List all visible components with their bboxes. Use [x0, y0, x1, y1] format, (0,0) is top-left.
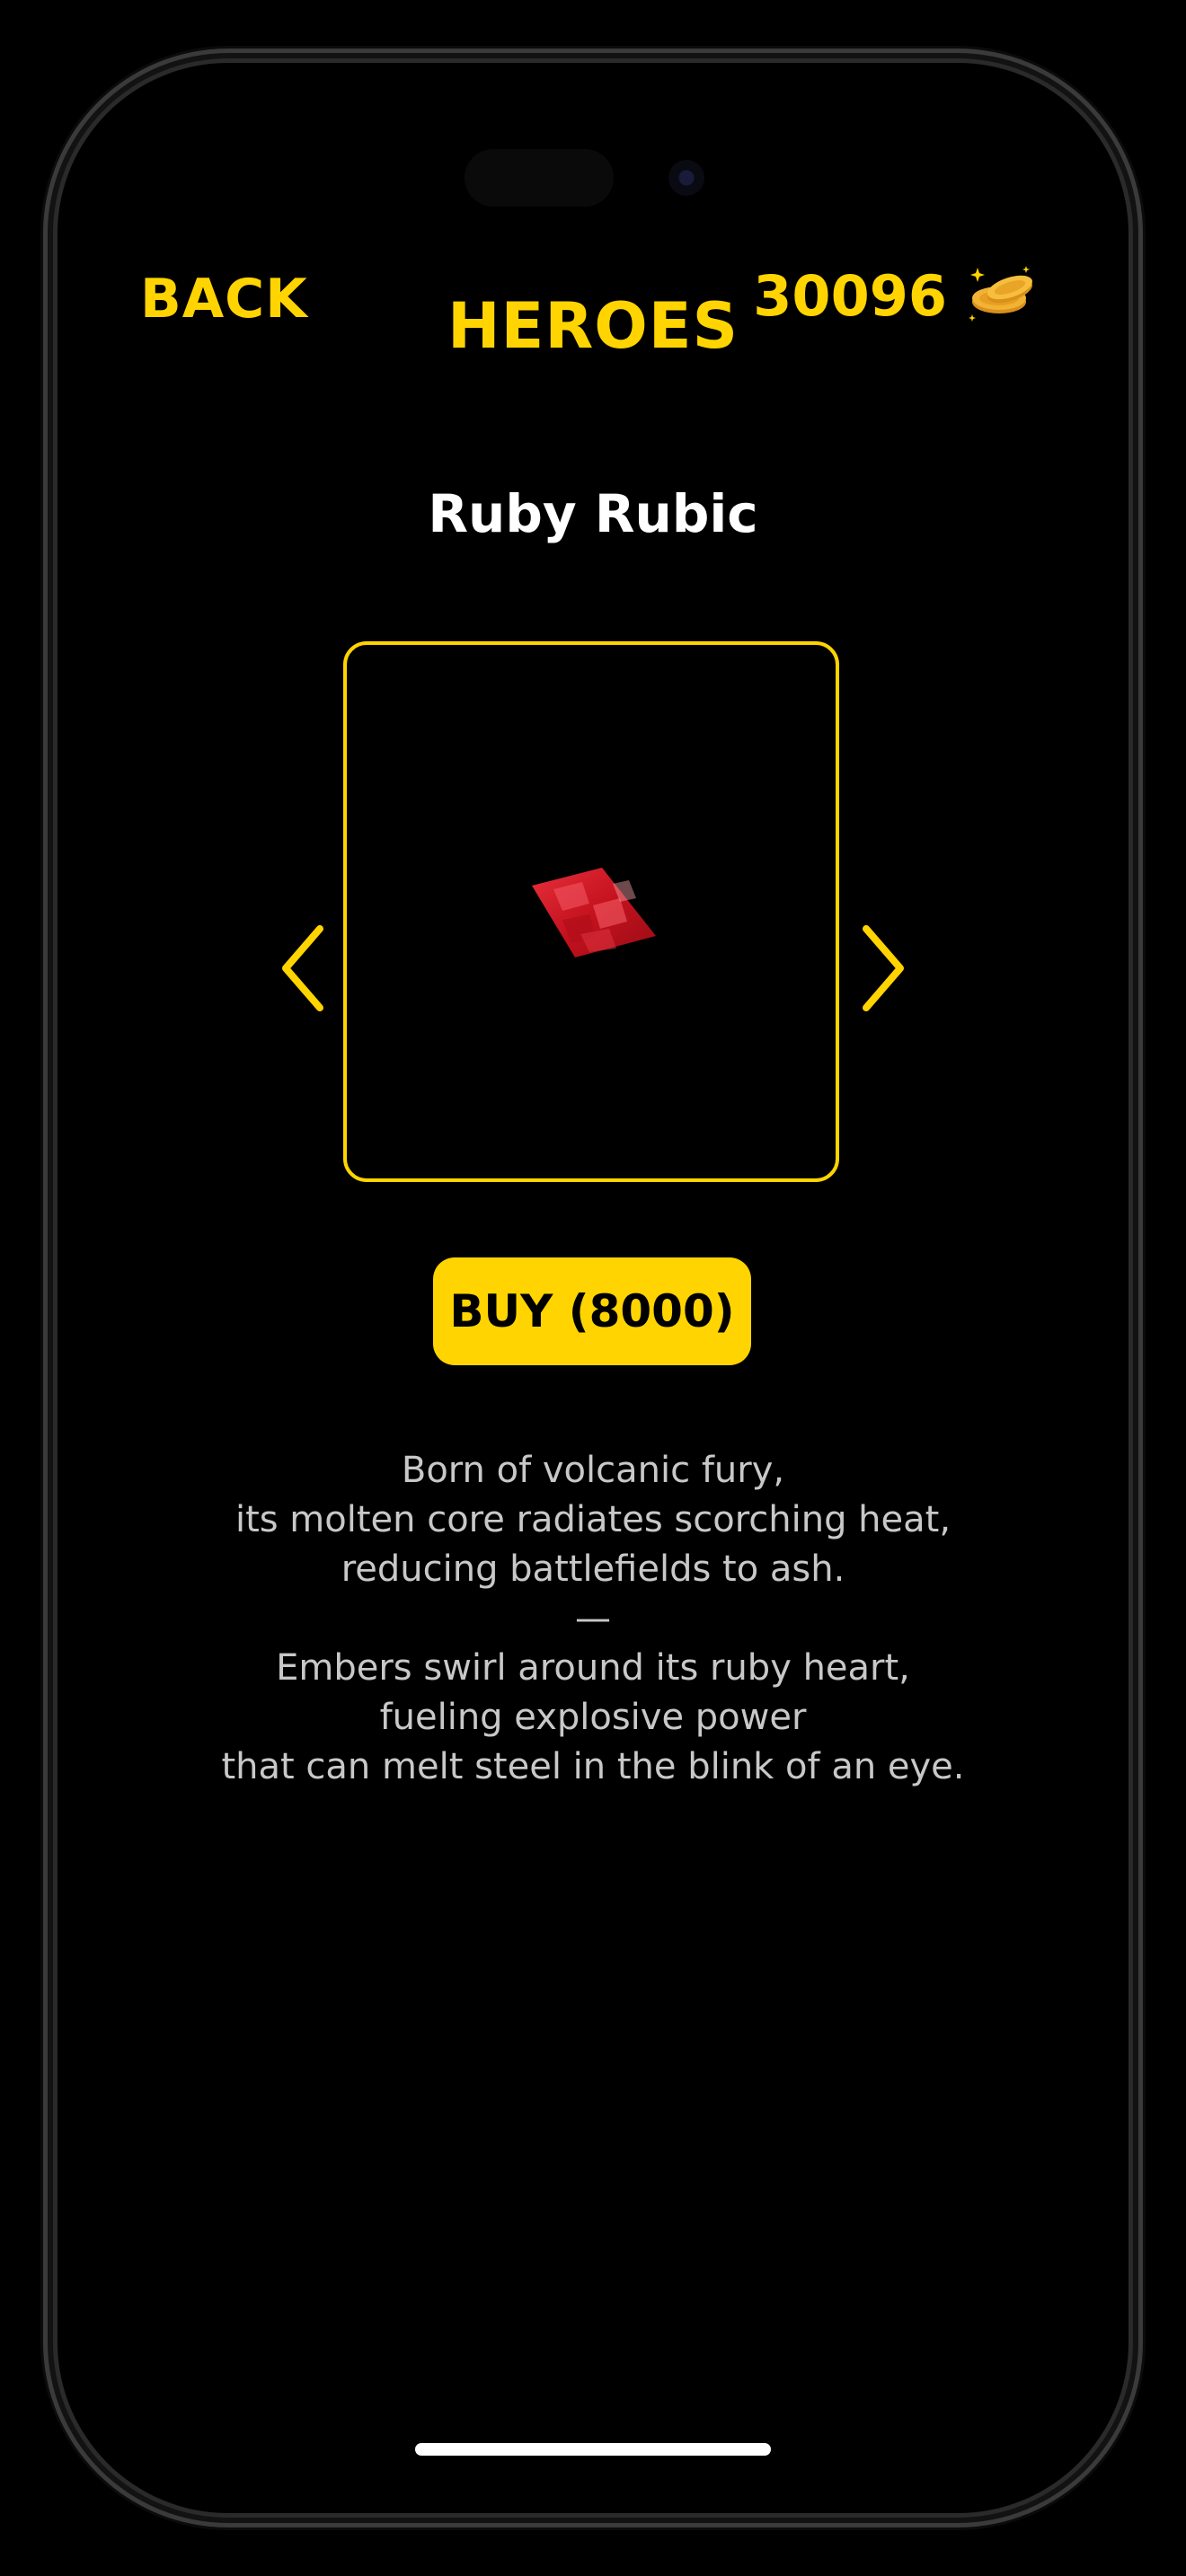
- description-divider: —: [575, 1598, 611, 1639]
- dynamic-island: [465, 149, 614, 207]
- power-button: [1130, 789, 1137, 1051]
- description-line: that can melt steel in the blink of an e…: [221, 1746, 965, 1787]
- hero-name: Ruby Rubic: [428, 483, 758, 544]
- description-line: reducing battlefields to ash.: [341, 1548, 845, 1590]
- buy-button[interactable]: BUY (8000): [433, 1257, 751, 1365]
- camera-icon: [668, 160, 704, 196]
- description-line: fueling explosive power: [379, 1697, 807, 1738]
- volume-down-button: [49, 889, 56, 1060]
- hero-preview: [343, 641, 839, 1182]
- coin-count: 30096: [753, 263, 947, 329]
- home-indicator[interactable]: [415, 2443, 771, 2456]
- ruby-gem-icon: [527, 862, 661, 967]
- phone-screen: BACK HEROES 30096 Ruby Rubic BUY (8000) …: [58, 63, 1128, 2513]
- coins-icon: [965, 260, 1040, 331]
- volume-up-button: [49, 666, 56, 837]
- hero-description: Born of volcanic fury, its molten core r…: [58, 1446, 1128, 1792]
- coin-balance: 30096: [753, 260, 1040, 331]
- description-line: Born of volcanic fury,: [401, 1450, 785, 1491]
- action-button: [49, 499, 56, 593]
- description-line: its molten core radiates scorching heat,: [235, 1499, 951, 1540]
- chevron-left-icon[interactable]: [277, 923, 331, 1018]
- chevron-right-icon[interactable]: [855, 923, 909, 1018]
- description-line: Embers swirl around its ruby heart,: [276, 1647, 910, 1689]
